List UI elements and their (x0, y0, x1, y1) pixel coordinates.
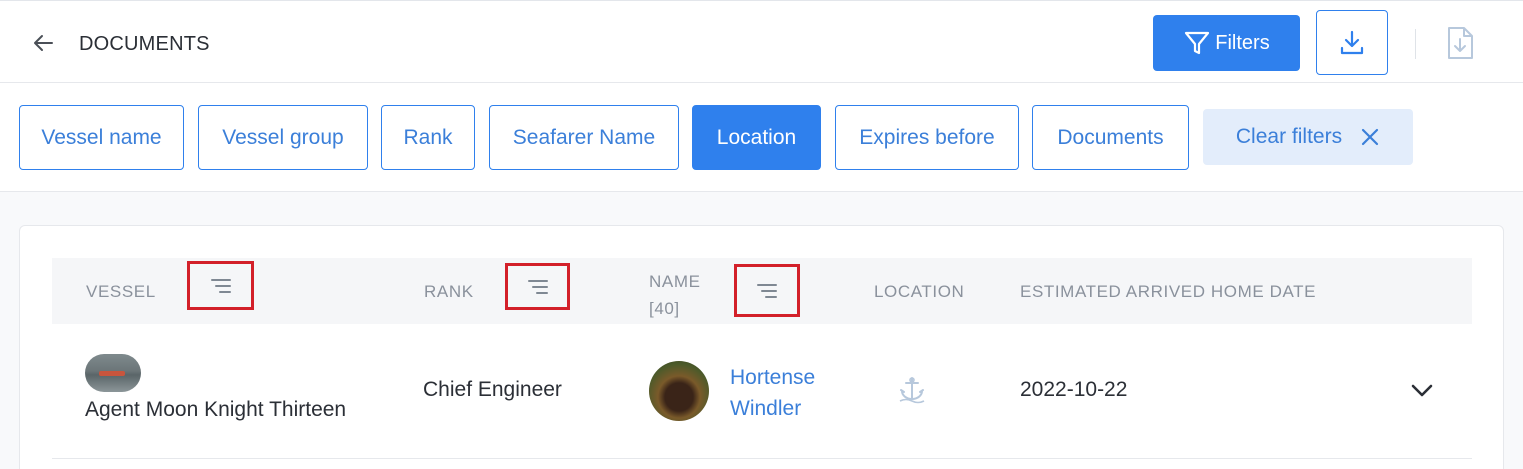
est-home-date-cell: 2022-10-22 (1020, 378, 1128, 401)
clear-filters-button[interactable]: Clear filters (1203, 109, 1413, 165)
clear-filters-label: Clear filters (1235, 125, 1343, 148)
sort-vessel-button[interactable] (187, 261, 254, 310)
back-button[interactable] (28, 29, 58, 57)
vessel-name-cell: Agent Moon Knight Thirteen (85, 398, 347, 421)
seafarer-name-link[interactable]: Hortense Windler (730, 362, 815, 424)
top-header: DOCUMENTS Filters (0, 0, 1523, 83)
chip-location[interactable]: Location (692, 105, 821, 170)
table-row[interactable]: Agent Moon Knight Thirteen Chief Enginee… (52, 324, 1472, 459)
rank-cell: Chief Engineer (423, 378, 562, 401)
sort-rank-button[interactable] (505, 263, 570, 310)
filter-chips-bar: Vessel name Vessel group Rank Seafarer N… (0, 83, 1523, 192)
column-header-est-home-date: ESTIMATED ARRIVED HOME DATE (1020, 282, 1317, 301)
chip-seafarer-name[interactable]: Seafarer Name (489, 105, 679, 170)
funnel-icon (1185, 31, 1210, 55)
column-header-name-label: NAME (649, 272, 701, 291)
filters-button-label: Filters (1215, 31, 1270, 54)
vessel-location-icon (899, 377, 925, 404)
chip-expires-before[interactable]: Expires before (835, 105, 1019, 170)
documents-table-card: VESSEL RANK NAME [40] LOCATION ESTIMATED… (19, 225, 1504, 469)
column-header-rank: RANK (424, 282, 474, 301)
download-icon (1340, 30, 1364, 54)
column-header-name-count: [40] (649, 299, 680, 318)
sort-icon (210, 278, 231, 293)
chip-vessel-name[interactable]: Vessel name (19, 105, 184, 170)
sort-icon (757, 283, 777, 298)
chip-vessel-group[interactable]: Vessel group (198, 105, 368, 170)
seafarer-first-name: Hortense (730, 366, 816, 389)
column-header-location: LOCATION (874, 282, 965, 301)
sort-icon (527, 279, 548, 294)
close-icon (1361, 128, 1379, 146)
arrow-left-icon (34, 35, 53, 51)
page-title: DOCUMENTS (79, 33, 210, 55)
column-header-vessel: VESSEL (86, 282, 156, 301)
vessel-thumbnail (85, 354, 141, 392)
table-header: VESSEL RANK NAME [40] LOCATION ESTIMATED… (52, 258, 1472, 324)
header-divider (1415, 29, 1416, 59)
chevron-down-icon (1411, 384, 1433, 397)
vessel-thumbnail-ship (99, 371, 125, 376)
seafarer-avatar (649, 361, 709, 421)
expand-row-button[interactable] (1407, 378, 1437, 404)
download-button[interactable] (1316, 10, 1388, 75)
file-download-icon (1448, 27, 1473, 59)
filters-button[interactable]: Filters (1153, 15, 1300, 71)
seafarer-last-name: Windler (730, 397, 802, 420)
chip-rank[interactable]: Rank (381, 105, 475, 170)
column-header-name: NAME [40] (649, 268, 701, 322)
sort-name-button[interactable] (734, 264, 800, 317)
chip-documents[interactable]: Documents (1032, 105, 1189, 170)
export-file-button[interactable] (1440, 23, 1480, 63)
